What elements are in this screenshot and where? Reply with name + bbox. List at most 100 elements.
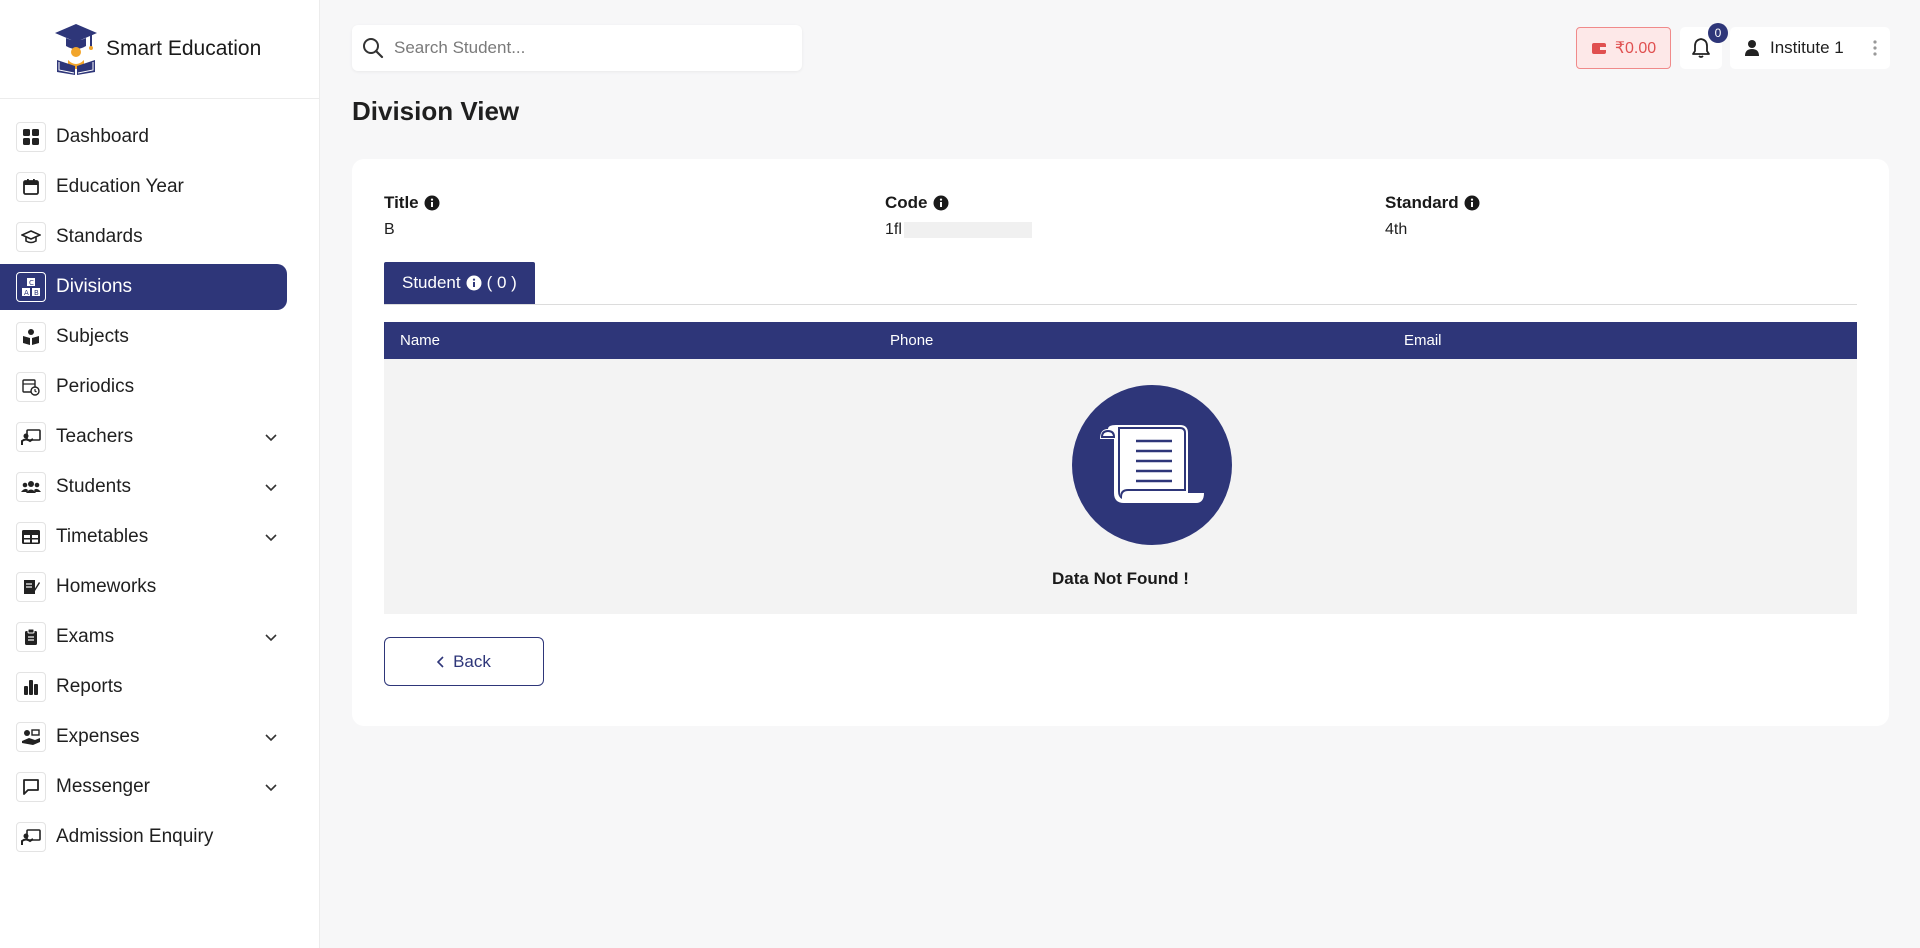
- search-icon: [363, 38, 384, 59]
- standard-label: Standard: [1385, 193, 1459, 212]
- svg-text:C: C: [29, 279, 34, 287]
- abc-blocks-icon: CAB: [16, 272, 46, 302]
- sidebar-item-dashboard[interactable]: Dashboard: [0, 114, 287, 160]
- division-card: Title B Code 1fl Standard 4th Student ( …: [352, 159, 1889, 726]
- sidebar-item-education-year[interactable]: Education Year: [0, 164, 287, 210]
- sidebar-nav: Dashboard Education Year Standards CAB D…: [0, 99, 319, 860]
- calendar-clock-icon: [16, 372, 46, 402]
- pen-paper-icon: [16, 572, 46, 602]
- sidebar-item-subjects[interactable]: Subjects: [0, 314, 287, 360]
- sidebar-item-label: Homeworks: [56, 576, 157, 597]
- user-menu-button[interactable]: Institute 1: [1730, 27, 1890, 69]
- bell-icon: [1692, 38, 1710, 58]
- code-label: Code: [885, 193, 928, 212]
- hand-money-icon: [16, 722, 46, 752]
- sidebar-item-label: Exams: [56, 626, 115, 647]
- info-icon[interactable]: [933, 195, 949, 211]
- user-name: Institute 1: [1770, 38, 1844, 57]
- message-icon: [16, 772, 46, 802]
- chalkboard-teacher-icon: [16, 822, 46, 852]
- search-bar[interactable]: [352, 25, 802, 71]
- table-icon: [16, 522, 46, 552]
- sidebar-item-teachers[interactable]: Teachers: [0, 414, 287, 460]
- wallet-icon: [1591, 43, 1606, 54]
- column-header-phone[interactable]: Phone: [890, 332, 933, 349]
- sidebar-item-divisions[interactable]: CAB Divisions: [0, 264, 287, 310]
- kebab-menu-icon[interactable]: [1872, 38, 1878, 58]
- chevron-left-icon: [437, 655, 444, 668]
- info-icon[interactable]: [1464, 195, 1480, 211]
- bar-chart-icon: [16, 672, 46, 702]
- sidebar-item-label: Reports: [56, 676, 123, 697]
- wallet-amount: ₹0.00: [1614, 40, 1657, 57]
- chevron-down-icon[interactable]: [263, 729, 279, 745]
- tab-label: Student: [402, 273, 461, 292]
- tab-student[interactable]: Student ( 0 ): [384, 262, 535, 304]
- sidebar-item-exams[interactable]: Exams: [0, 614, 287, 660]
- search-input[interactable]: [394, 38, 774, 58]
- sidebar-item-label: Divisions: [56, 276, 133, 297]
- chevron-down-icon[interactable]: [263, 629, 279, 645]
- chalkboard-teacher-icon: [16, 422, 46, 452]
- clipboard-icon: [16, 622, 46, 652]
- table-header: Name Phone Email: [384, 322, 1857, 359]
- user-icon: [1745, 40, 1759, 56]
- chevron-down-icon[interactable]: [263, 479, 279, 495]
- title-field: Title B: [384, 193, 440, 239]
- sidebar-item-label: Expenses: [56, 726, 140, 747]
- info-icon[interactable]: [424, 195, 440, 211]
- sidebar-item-expenses[interactable]: Expenses: [0, 714, 287, 760]
- book-reader-icon: [16, 322, 46, 352]
- graduation-cap-icon: [16, 222, 46, 252]
- column-header-email[interactable]: Email: [1404, 332, 1442, 349]
- sidebar-item-periodics[interactable]: Periodics: [0, 364, 287, 410]
- sidebar-item-admission-enquiry[interactable]: Admission Enquiry: [0, 814, 287, 860]
- brand[interactable]: Smart Education: [0, 0, 319, 99]
- sidebar-item-label: Standards: [56, 226, 143, 247]
- brand-name: Smart Education: [106, 37, 262, 60]
- code-field: Code 1fl: [885, 193, 1032, 239]
- tab-divider: [384, 304, 1857, 305]
- chevron-down-icon[interactable]: [263, 429, 279, 445]
- standard-field: Standard 4th: [1385, 193, 1480, 239]
- table-body: Data Not Found !: [384, 359, 1857, 614]
- tab-count: ( 0 ): [486, 273, 517, 292]
- notification-badge: 0: [1708, 23, 1728, 43]
- calendar-icon: [16, 172, 46, 202]
- sidebar-item-students[interactable]: Students: [0, 464, 287, 510]
- chevron-down-icon[interactable]: [263, 779, 279, 795]
- info-icon: [466, 275, 482, 291]
- sidebar-item-label: Periodics: [56, 376, 135, 397]
- code-redacted: [903, 221, 1032, 238]
- notification-button[interactable]: 0: [1680, 23, 1728, 69]
- sidebar-item-messenger[interactable]: Messenger: [0, 764, 287, 810]
- sidebar-item-label: Dashboard: [56, 126, 149, 147]
- column-header-name[interactable]: Name: [400, 332, 440, 349]
- title-value: B: [384, 221, 395, 238]
- chevron-down-icon[interactable]: [263, 529, 279, 545]
- sidebar: Smart Education Dashboard Education Year…: [0, 0, 320, 948]
- code-value: 1fl: [885, 221, 902, 238]
- sidebar-item-label: Admission Enquiry: [56, 826, 214, 847]
- title-label: Title: [384, 193, 419, 212]
- wallet-button[interactable]: ₹0.00: [1576, 27, 1671, 69]
- sidebar-item-label: Timetables: [56, 526, 149, 547]
- empty-state-icon: [1072, 385, 1232, 545]
- users-icon: [16, 472, 46, 502]
- logo-icon: [55, 24, 97, 75]
- back-label: Back: [453, 651, 491, 671]
- dashboard-icon: [16, 122, 46, 152]
- svg-text:A: A: [24, 289, 29, 297]
- sidebar-item-homeworks[interactable]: Homeworks: [0, 564, 287, 610]
- standard-value: 4th: [1385, 221, 1408, 238]
- sidebar-item-label: Teachers: [56, 426, 134, 447]
- sidebar-item-reports[interactable]: Reports: [0, 664, 287, 710]
- svg-text:B: B: [34, 289, 39, 297]
- sidebar-item-label: Messenger: [56, 776, 150, 797]
- sidebar-item-label: Education Year: [56, 176, 184, 197]
- sidebar-item-label: Subjects: [56, 326, 129, 347]
- sidebar-item-timetables[interactable]: Timetables: [0, 514, 287, 560]
- page-title: Division View: [352, 96, 520, 126]
- back-button[interactable]: Back: [384, 637, 544, 686]
- sidebar-item-standards[interactable]: Standards: [0, 214, 287, 260]
